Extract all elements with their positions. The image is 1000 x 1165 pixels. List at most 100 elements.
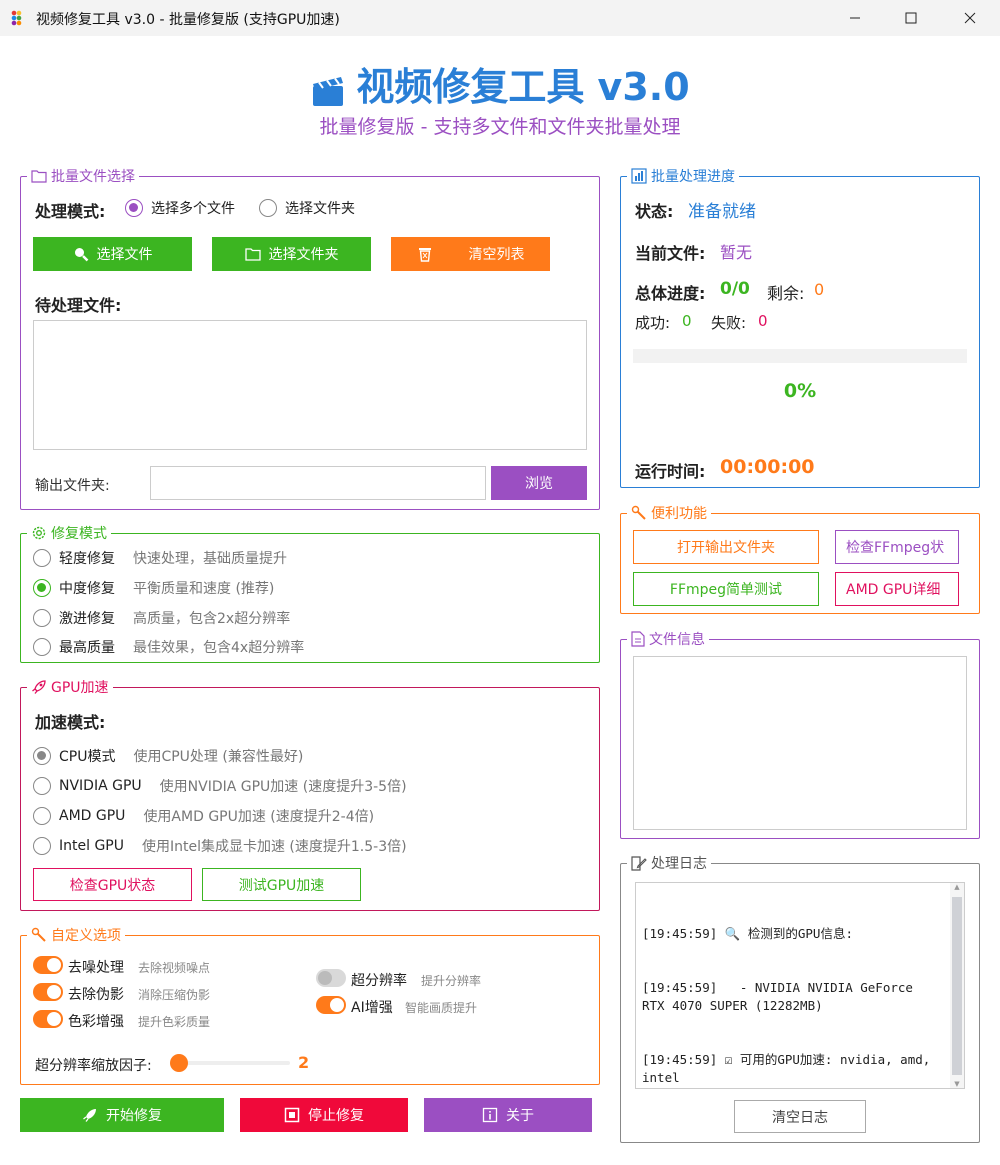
- close-button[interactable]: [943, 0, 997, 36]
- color-enhance-label: 色彩增强: [68, 1014, 124, 1030]
- check-ffmpeg-button[interactable]: 检查FFmpeg状: [835, 530, 959, 564]
- scroll-up-icon[interactable]: ▲: [950, 883, 964, 891]
- scale-factor-label: 超分辨率缩放因子:: [35, 1058, 152, 1074]
- rocket-icon: [83, 1109, 96, 1122]
- total-progress-value: 0/0: [720, 279, 750, 299]
- custom-options-legend: 自定义选项: [27, 925, 125, 945]
- log-scrollbar[interactable]: ▲ ▼: [950, 883, 964, 1088]
- status-label: 状态:: [635, 202, 674, 221]
- radio-dot: [125, 199, 143, 217]
- scroll-down-icon[interactable]: ▼: [950, 1080, 964, 1088]
- file-info-text[interactable]: [633, 656, 967, 830]
- scale-factor-track[interactable]: [170, 1054, 290, 1072]
- color-enhance-toggle[interactable]: [33, 1010, 63, 1028]
- radio-light-repair[interactable]: 轻度修复 快速处理，基础质量提升: [33, 548, 287, 568]
- open-output-folder-button[interactable]: 打开输出文件夹: [633, 530, 819, 564]
- radio-multi-files[interactable]: 选择多个文件: [125, 198, 235, 218]
- radio-max-quality[interactable]: 最高质量 最佳效果，包含4x超分辨率: [33, 637, 304, 657]
- radio-amd-gpu[interactable]: AMD GPU 使用AMD GPU加速 (速度提升2-4倍): [33, 806, 374, 826]
- super-resolution-toggle[interactable]: [316, 969, 346, 987]
- log-line: [19:45:59] 🔍 检测到的GPU信息:: [642, 926, 853, 941]
- log-legend: 处理日志: [627, 853, 711, 873]
- select-folder-button[interactable]: 选择文件夹: [212, 237, 371, 271]
- deartifact-toggle[interactable]: [33, 983, 63, 1001]
- app-icon: [11, 10, 22, 26]
- runtime-label: 运行时间:: [635, 462, 706, 481]
- minimize-icon: [850, 17, 860, 19]
- mode-label: 处理模式:: [35, 202, 106, 221]
- ffmpeg-test-button[interactable]: FFmpeg简单测试: [633, 572, 819, 606]
- check-gpu-button[interactable]: 检查GPU状态: [33, 868, 192, 901]
- repair-mode-legend: 修复模式: [27, 523, 111, 543]
- gear-icon: [32, 526, 46, 540]
- log-line: [19:45:59] ☑ 可用的GPU加速: nvidia, amd, inte…: [642, 1052, 938, 1085]
- gpu-legend: GPU加速: [27, 677, 113, 697]
- super-resolution-desc: 提升分辨率: [421, 974, 482, 988]
- bar-chart-icon: [631, 168, 647, 184]
- fail-label: 失败:: [711, 314, 747, 332]
- log-scrollbar-thumb[interactable]: [952, 897, 962, 1075]
- progress-percent: 0%: [783, 380, 817, 402]
- radio-aggressive-repair[interactable]: 激进修复 高质量，包含2x超分辨率: [33, 608, 290, 628]
- clear-log-button[interactable]: 清空日志: [734, 1100, 866, 1133]
- maximize-button[interactable]: [884, 0, 938, 36]
- denoise-toggle[interactable]: [33, 956, 63, 974]
- accel-mode-label: 加速模式:: [35, 713, 106, 732]
- clear-list-button[interactable]: 清空列表: [391, 237, 550, 271]
- file-info-legend: 文件信息: [627, 629, 709, 649]
- radio-intel-gpu[interactable]: Intel GPU 使用Intel集成显卡加速 (速度提升1.5-3倍): [33, 836, 407, 856]
- scale-factor-value: 2: [298, 1053, 310, 1072]
- rocket-icon: [32, 680, 46, 694]
- pending-files-label: 待处理文件:: [35, 296, 122, 315]
- radio-cpu-mode[interactable]: CPU模式 使用CPU处理 (兼容性最好): [33, 746, 303, 766]
- total-progress-label: 总体进度:: [635, 284, 706, 303]
- radio-dot: [259, 199, 277, 217]
- current-file-label: 当前文件:: [635, 244, 706, 263]
- denoise-label: 去噪处理: [68, 960, 124, 976]
- stop-repair-button[interactable]: 停止修复: [240, 1098, 408, 1132]
- about-button[interactable]: 关于: [424, 1098, 592, 1132]
- pending-files-list[interactable]: [33, 320, 587, 450]
- ai-enhance-toggle[interactable]: [316, 996, 346, 1014]
- info-icon: [482, 1107, 498, 1123]
- log-text-area[interactable]: [19:45:59] 🔍 检测到的GPU信息: [19:45:59] - NVI…: [635, 882, 965, 1089]
- tools-legend: 便利功能: [627, 503, 711, 523]
- ai-enhance-label: AI增强: [351, 1000, 393, 1016]
- success-label: 成功:: [635, 314, 671, 332]
- amd-gpu-detail-button[interactable]: AMD GPU详细: [835, 572, 959, 606]
- page-subtitle: 批量修复版 - 支持多文件和文件夹批量处理: [319, 116, 681, 138]
- runtime-value: 00:00:00: [720, 456, 815, 478]
- progress-panel: 批量处理进度: [620, 166, 980, 488]
- trash-icon: [418, 248, 431, 262]
- color-enhance-desc: 提升色彩质量: [138, 1015, 211, 1029]
- wrench-icon: [31, 927, 46, 942]
- close-icon: [964, 12, 976, 24]
- radio-nvidia-gpu[interactable]: NVIDIA GPU 使用NVIDIA GPU加速 (速度提升3-5倍): [33, 776, 407, 796]
- test-gpu-button[interactable]: 测试GPU加速: [202, 868, 361, 901]
- document-icon: [631, 631, 645, 647]
- minimize-button[interactable]: [828, 0, 882, 36]
- success-value: 0: [682, 312, 692, 330]
- browse-button[interactable]: 浏览: [491, 466, 587, 500]
- window-title: 视频修复工具 v3.0 - 批量修复版 (支持GPU加速): [36, 12, 340, 28]
- search-icon: [74, 248, 88, 262]
- remaining-label: 剩余:: [767, 284, 805, 303]
- edit-document-icon: [631, 856, 647, 871]
- current-file-value: 暂无: [720, 243, 753, 262]
- folder-icon: [31, 170, 47, 183]
- start-repair-button[interactable]: 开始修复: [20, 1098, 224, 1132]
- progress-bar: [633, 349, 967, 363]
- select-files-button[interactable]: 选择文件: [33, 237, 192, 271]
- log-line: [19:45:59] - NVIDIA NVIDIA GeForce RTX 4…: [642, 980, 921, 1013]
- fail-value: 0: [758, 312, 768, 330]
- wrench-icon: [631, 505, 646, 520]
- output-folder-label: 输出文件夹:: [35, 478, 110, 494]
- status-value: 准备就绪: [688, 202, 756, 222]
- title-bar: 视频修复工具 v3.0 - 批量修复版 (支持GPU加速): [0, 0, 1000, 36]
- radio-folder[interactable]: 选择文件夹: [259, 198, 355, 218]
- remaining-value: 0: [814, 280, 825, 299]
- output-folder-input[interactable]: [150, 466, 486, 500]
- denoise-desc: 去除视频噪点: [138, 961, 211, 975]
- deartifact-desc: 消除压缩伪影: [138, 988, 211, 1002]
- radio-medium-repair[interactable]: 中度修复 平衡质量和速度 (推荐): [33, 578, 274, 598]
